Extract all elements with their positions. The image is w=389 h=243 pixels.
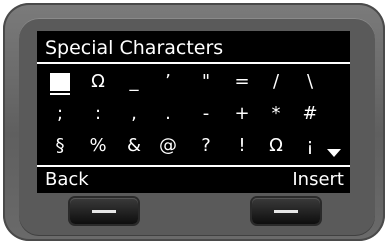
char-cell[interactable]: % xyxy=(85,131,111,161)
char-cell[interactable]: ? xyxy=(193,131,219,161)
char-cell[interactable]: _ xyxy=(121,67,147,97)
char-cell[interactable]: Ω xyxy=(263,131,289,161)
minus-icon xyxy=(92,210,116,213)
screen-title: Special Characters xyxy=(45,37,224,59)
left-hardware-key[interactable] xyxy=(70,198,138,224)
chevron-down-icon xyxy=(327,149,341,157)
insert-softkey[interactable]: Insert xyxy=(292,167,344,193)
char-cell[interactable]: \ xyxy=(297,67,323,97)
char-cell[interactable]: - xyxy=(193,99,219,129)
display: Special Characters Ω _ ’ " = / \ ; : , .… xyxy=(37,31,350,193)
softkey-bar: Back Insert xyxy=(37,165,350,195)
char-cell[interactable]: / xyxy=(263,67,289,97)
char-cell[interactable]: + xyxy=(229,99,255,129)
char-cell[interactable]: ; xyxy=(47,99,73,129)
char-cell[interactable]: & xyxy=(121,131,147,161)
char-cell[interactable]: Ω xyxy=(85,67,111,97)
char-cell[interactable]: * xyxy=(263,99,289,129)
char-cell[interactable]: , xyxy=(121,99,147,129)
char-cell[interactable]: = xyxy=(229,67,255,97)
minus-icon xyxy=(274,210,298,213)
char-cell[interactable]: : xyxy=(85,99,111,129)
char-cell-space[interactable] xyxy=(47,67,73,97)
right-hardware-key[interactable] xyxy=(252,198,320,224)
back-softkey[interactable]: Back xyxy=(45,167,89,193)
title-divider xyxy=(37,62,350,64)
character-grid: Ω _ ’ " = / \ ; : , . - + * # § % & @ ? … xyxy=(37,67,350,163)
char-cell[interactable]: ¡ xyxy=(297,131,323,161)
char-cell[interactable]: ! xyxy=(229,131,255,161)
char-cell[interactable]: § xyxy=(47,131,73,161)
char-cell[interactable]: ’ xyxy=(155,67,181,97)
char-cell[interactable]: @ xyxy=(155,131,181,161)
char-cell[interactable]: " xyxy=(193,67,219,97)
char-cell[interactable]: # xyxy=(297,99,323,129)
char-cell[interactable]: . xyxy=(155,99,181,129)
